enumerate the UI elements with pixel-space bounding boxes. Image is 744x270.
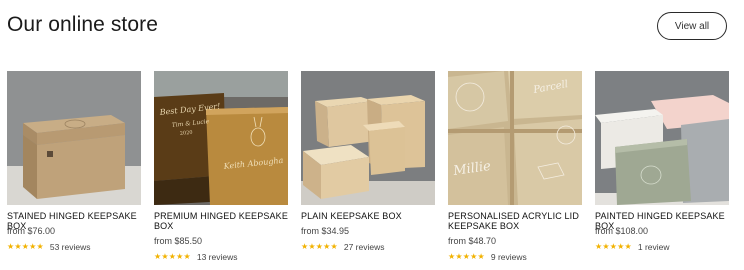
product-image[interactable] bbox=[7, 71, 141, 205]
star-icon: ★★★★★ bbox=[7, 242, 44, 251]
product-card[interactable]: Parcell Millie PERSONALISED ACRYLIC LID … bbox=[448, 71, 582, 262]
star-icon: ★★★★★ bbox=[448, 252, 485, 261]
review-count[interactable]: 1 review bbox=[638, 242, 670, 252]
product-rating: ★★★★★ 27 reviews bbox=[301, 242, 435, 252]
product-price: from $85.50 bbox=[154, 236, 203, 246]
product-name[interactable]: STAINED HINGED KEEPSAKE BOX bbox=[7, 211, 141, 231]
product-card[interactable]: PAINTED HINGED KEEPSAKE BOX from $108.00… bbox=[595, 71, 729, 252]
product-image[interactable]: Best Day Ever! Tim & Lucie 2020 Keith Ab… bbox=[154, 71, 288, 205]
product-rating: ★★★★★ 53 reviews bbox=[7, 242, 141, 252]
star-icon: ★★★★★ bbox=[595, 242, 632, 251]
review-count[interactable]: 9 reviews bbox=[491, 252, 527, 262]
review-count[interactable]: 27 reviews bbox=[344, 242, 385, 252]
product-rating: ★★★★★ 9 reviews bbox=[448, 252, 582, 262]
product-name[interactable]: PREMIUM HINGED KEEPSAKE BOX bbox=[154, 211, 288, 231]
page-title: Our online store bbox=[7, 13, 159, 36]
product-card[interactable]: Best Day Ever! Tim & Lucie 2020 Keith Ab… bbox=[154, 71, 288, 262]
product-rating: ★★★★★ 1 review bbox=[595, 242, 729, 252]
star-icon: ★★★★★ bbox=[154, 252, 191, 261]
product-price: from $34.95 bbox=[301, 226, 350, 236]
product-name[interactable]: PERSONALISED ACRYLIC LID KEEPSAKE BOX bbox=[448, 211, 582, 231]
star-icon: ★★★★★ bbox=[301, 242, 338, 251]
product-image[interactable] bbox=[595, 71, 729, 205]
product-name[interactable]: PLAIN KEEPSAKE BOX bbox=[301, 211, 435, 221]
product-rating: ★★★★★ 13 reviews bbox=[154, 252, 288, 262]
product-card[interactable]: STAINED HINGED KEEPSAKE BOX from $76.00 … bbox=[7, 71, 141, 252]
view-all-button[interactable]: View all bbox=[657, 12, 727, 40]
product-image[interactable] bbox=[301, 71, 435, 205]
product-price: from $108.00 bbox=[595, 226, 649, 236]
product-price: from $76.00 bbox=[7, 226, 56, 236]
product-image[interactable]: Parcell Millie bbox=[448, 71, 582, 205]
review-count[interactable]: 53 reviews bbox=[50, 242, 91, 252]
review-count[interactable]: 13 reviews bbox=[197, 252, 238, 262]
product-card[interactable]: PLAIN KEEPSAKE BOX from $34.95 ★★★★★ 27 … bbox=[301, 71, 435, 252]
product-name[interactable]: PAINTED HINGED KEEPSAKE BOX bbox=[595, 211, 729, 231]
product-price: from $48.70 bbox=[448, 236, 497, 246]
